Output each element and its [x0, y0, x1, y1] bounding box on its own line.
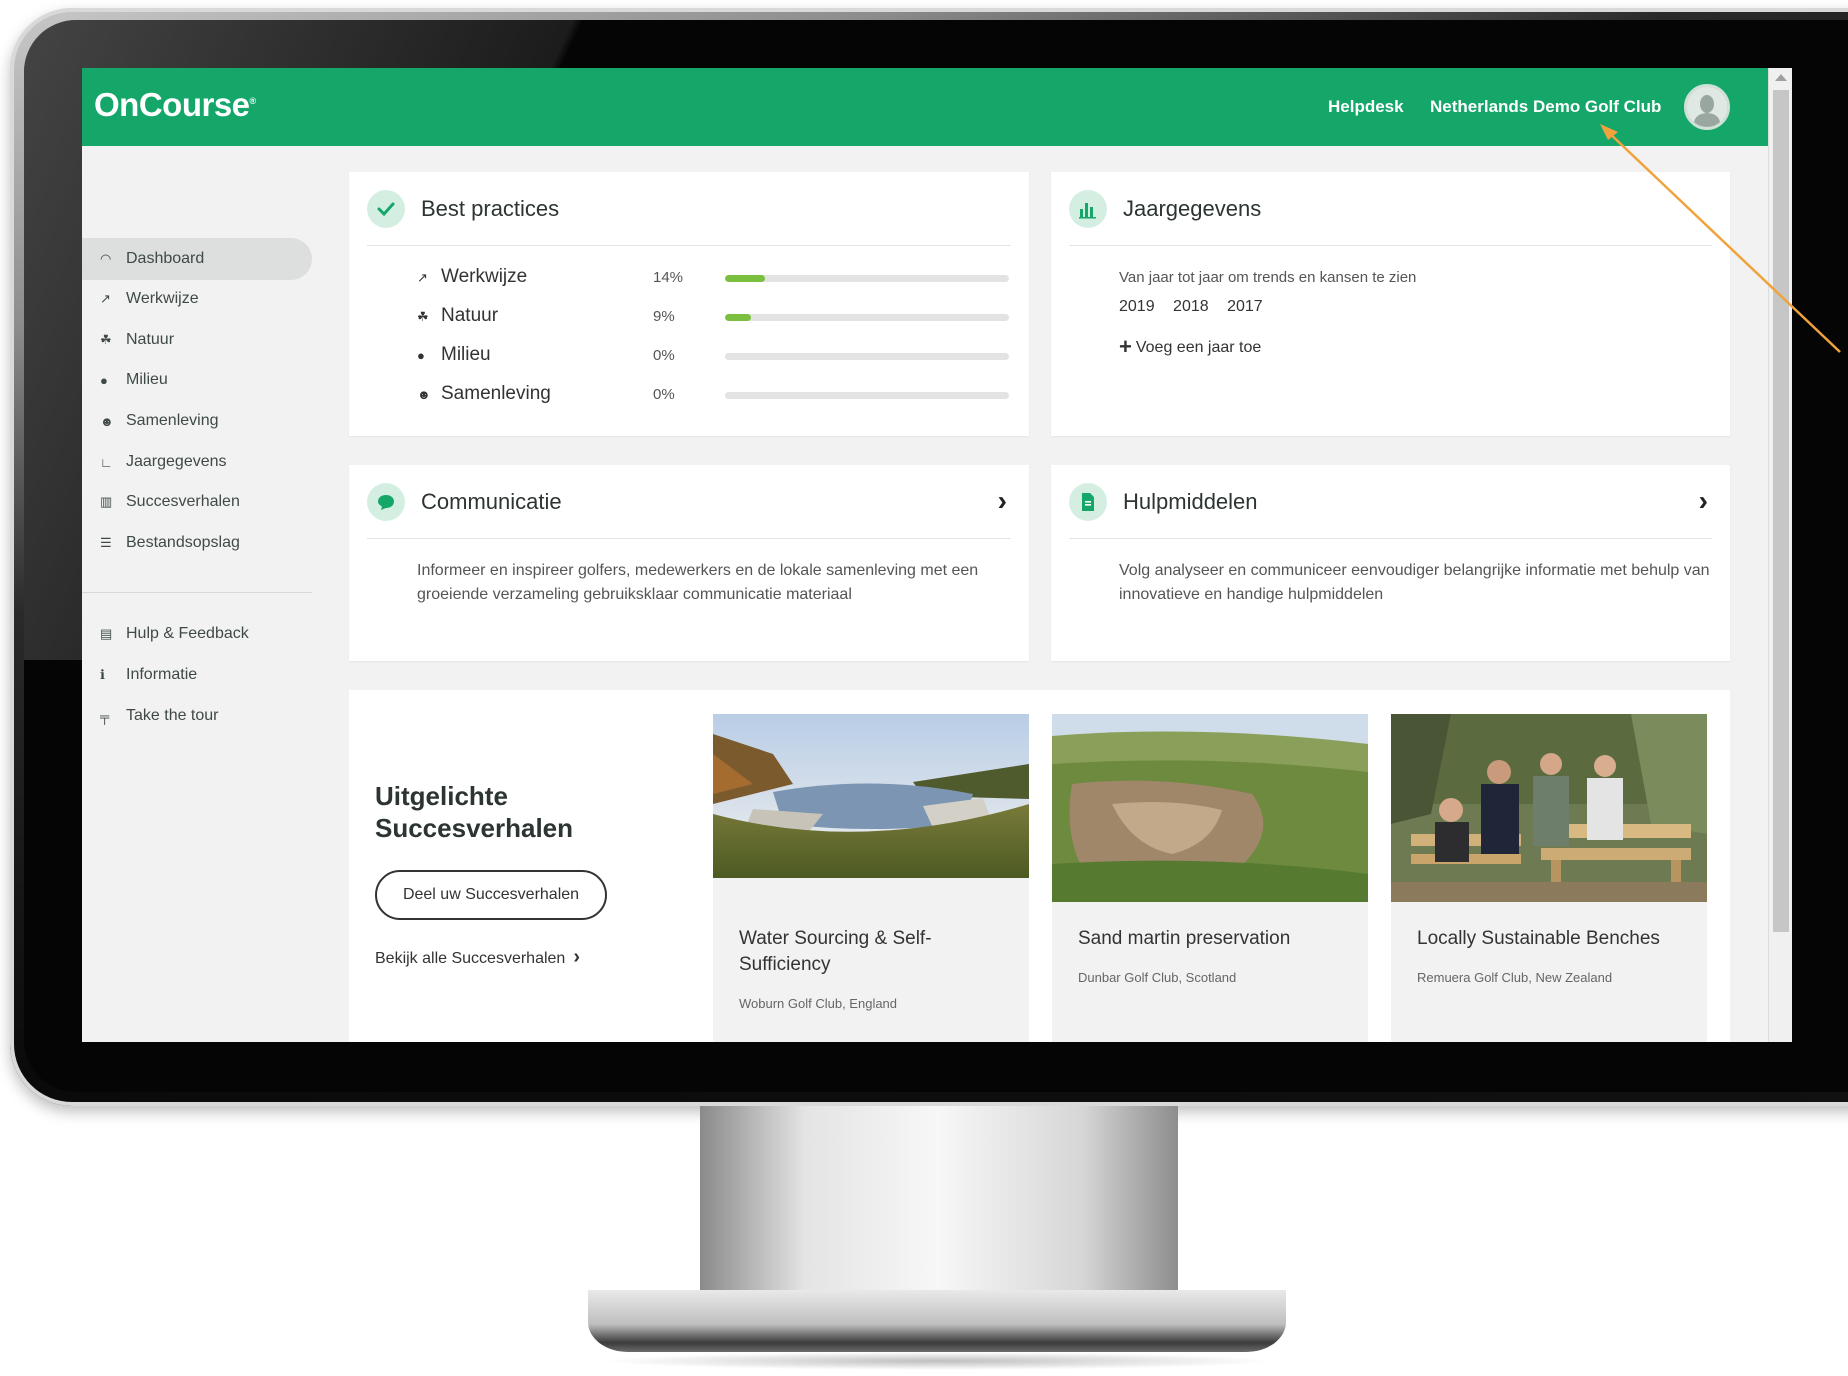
story-image-benches	[1391, 714, 1707, 902]
percentage: 0%	[653, 386, 675, 403]
sidebar-divider	[82, 592, 312, 593]
card-title: Hulpmiddelen	[1123, 489, 1258, 514]
water-drop-icon: ●	[417, 348, 425, 363]
monitor-stand-foot	[588, 1290, 1286, 1352]
chevron-right-icon[interactable]: ›	[998, 485, 1007, 517]
sidebar-item-dashboard[interactable]: ◠ Dashboard	[82, 238, 312, 280]
card-header: Hulpmiddelen ›	[1069, 465, 1712, 539]
progress-row-natuur[interactable]: ☘ Natuur 9%	[417, 305, 1017, 329]
checkmark-icon	[367, 190, 405, 228]
top-bar: OnCourse® Helpdesk Netherlands Demo Golf…	[82, 68, 1768, 146]
water-drop-icon: ●	[100, 372, 108, 388]
percentage: 0%	[653, 347, 675, 364]
annotation-arrow	[1600, 124, 1841, 353]
progress-row-werkwijze[interactable]: ↗ Werkwijze 14%	[417, 266, 1017, 290]
story-subtitle: Woburn Golf Club, England	[739, 996, 898, 1011]
communicatie-card[interactable]: Communicatie › Informeer en inspireer go…	[349, 465, 1029, 661]
sidebar-item-informatie[interactable]: ℹ Informatie	[82, 654, 312, 696]
progress-fill	[725, 314, 751, 321]
year-link[interactable]: 2019	[1119, 298, 1155, 315]
progress-fill	[725, 275, 765, 282]
year-list: 2019 2018 2017	[1119, 298, 1277, 316]
monitor-stand-shadow	[600, 1352, 1276, 1370]
story-title: Sand martin preservation	[1078, 928, 1291, 949]
percentage: 14%	[653, 269, 684, 286]
progress-bar	[725, 353, 1009, 360]
section-title: Uitgelichte Succesverhalen	[375, 781, 574, 843]
helpdesk-link[interactable]: Helpdesk	[1328, 97, 1404, 117]
chevron-right-icon: ›	[573, 946, 580, 968]
signpost-icon: ╤	[100, 708, 110, 724]
story-subtitle: Dunbar Golf Club, Scotland	[1078, 970, 1237, 985]
progress-bar	[725, 314, 1009, 321]
card-header: Best practices	[367, 172, 1011, 246]
scroll-up-arrow-icon[interactable]	[1775, 74, 1787, 81]
progress-bar	[725, 275, 1009, 282]
speedometer-icon: ◠	[100, 251, 112, 266]
sidebar-item-milieu[interactable]: ● Milieu	[82, 359, 312, 401]
database-icon: ☰	[100, 535, 112, 550]
chart-icon: ∟	[100, 454, 113, 470]
sidebar-item-succesverhalen[interactable]: ▥ Succesverhalen	[82, 481, 312, 523]
progress-row-milieu[interactable]: ● Milieu 0%	[417, 344, 1017, 368]
leaf-icon: ☘	[417, 309, 429, 324]
people-icon: ☻	[100, 413, 114, 429]
percentage: 9%	[653, 308, 675, 325]
card-description: Informeer en inspireer golfers, medewerk…	[417, 562, 979, 603]
sidebar-item-bestandsopslag[interactable]: ☰ Bestandsopslag	[82, 522, 312, 564]
share-story-button[interactable]: Deel uw Succesverhalen	[375, 870, 607, 920]
story-image-sand-bank	[1052, 714, 1368, 902]
sidebar-item-hulp-feedback[interactable]: ▤ Hulp & Feedback	[82, 613, 312, 655]
golf-flag-icon: ↗	[417, 270, 428, 285]
sidebar-item-jaargegevens[interactable]: ∟ Jaargegevens	[82, 441, 312, 483]
document-icon	[1069, 483, 1107, 521]
plus-icon: +	[1119, 334, 1132, 359]
leaf-icon: ☘	[100, 332, 112, 347]
sidebar-item-werkwijze[interactable]: ↗ Werkwijze	[82, 278, 312, 320]
sidebar: ◠ Dashboard ↗ Werkwijze ☘ Natuur ● Milieu ☻ S…	[82, 146, 312, 1042]
card-title: Best practices	[421, 196, 560, 221]
sidebar-item-natuur[interactable]: ☘ Natuur	[82, 319, 312, 361]
hulpmiddelen-card[interactable]: Hulpmiddelen › Volg analyseer en communi…	[1051, 465, 1730, 661]
speech-bubble-icon	[367, 483, 405, 521]
sidebar-item-samenleving[interactable]: ☻ Samenleving	[82, 400, 312, 442]
card-title: Jaargegevens	[1123, 196, 1262, 221]
bar-chart-icon	[1069, 190, 1107, 228]
oncourse-logo[interactable]: OnCourse®	[94, 86, 256, 124]
book-icon: ▥	[100, 494, 113, 509]
see-all-stories-link[interactable]: Bekijk alle Succesverhalen ›	[375, 946, 580, 969]
progress-row-samenleving[interactable]: ☻ Samenleving 0%	[417, 383, 1017, 407]
sidebar-item-take-the-tour[interactable]: ╤ Take the tour	[82, 695, 312, 737]
card-title: Communicatie	[421, 489, 562, 514]
story-title: Water Sourcing & Self-Sufficiency	[739, 928, 932, 975]
chevron-right-icon[interactable]: ›	[1699, 485, 1708, 517]
story-card[interactable]: Sand martin preservation Dunbar Golf Clu…	[1052, 714, 1368, 1042]
people-icon: ☻	[417, 387, 431, 402]
info-icon: ℹ	[100, 667, 105, 682]
story-subtitle: Remuera Golf Club, New Zealand	[1417, 970, 1613, 985]
year-link[interactable]: 2018	[1173, 298, 1209, 315]
best-practices-card: Best practices ↗ Werkwijze 14% ☘ Natuur …	[349, 172, 1029, 436]
progress-bar	[725, 392, 1009, 399]
golf-flag-icon: ↗	[100, 291, 111, 306]
app-screen: OnCourse® Helpdesk Netherlands Demo Golf…	[82, 68, 1792, 1042]
add-year-button[interactable]: + Voeg een jaar toe	[1119, 332, 1261, 359]
card-header: Communicatie ›	[367, 465, 1011, 539]
story-card[interactable]: Water Sourcing & Self-Sufficiency Woburn…	[713, 714, 1029, 1042]
monitor-stand-neck	[700, 1106, 1178, 1321]
year-link[interactable]: 2017	[1227, 298, 1263, 315]
card-description: Volg analyseer en communiceer eenvoudige…	[1119, 562, 1710, 603]
story-title: Locally Sustainable Benches	[1417, 928, 1660, 949]
featured-stories-section: Uitgelichte Succesverhalen Deel uw Succe…	[349, 690, 1730, 1042]
comment-icon: ▤	[100, 626, 113, 641]
club-name-link[interactable]: Netherlands Demo Golf Club	[1430, 97, 1661, 117]
story-image-lake	[713, 714, 1029, 878]
story-card[interactable]: Locally Sustainable Benches Remuera Golf…	[1391, 714, 1707, 1042]
